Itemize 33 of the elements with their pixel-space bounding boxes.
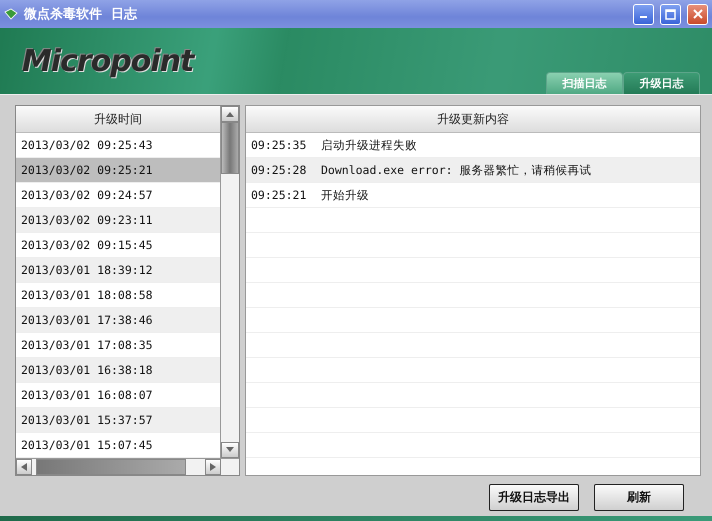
list-item[interactable]: 2013/03/01 17:38:46 [16,308,220,333]
log-time: 09:25:21 [251,188,308,202]
right-arrow-icon [210,463,216,471]
list-item[interactable]: 2013/03/01 16:38:18 [16,358,220,383]
minimize-button[interactable] [633,4,654,24]
scroll-thumb[interactable] [36,459,186,475]
tab[interactable]: 升级日志 [623,72,700,94]
column-header: 升级更新内容 [246,106,700,133]
down-arrow-icon [226,447,234,453]
refresh-button[interactable]: 刷新 [594,484,684,511]
maximize-button[interactable] [660,4,681,24]
list-item[interactable]: 2013/03/02 09:23:11 [16,208,220,233]
maximize-icon [665,8,676,20]
close-icon [692,9,702,19]
left-arrow-icon [21,463,27,471]
log-time: 09:25:35 [251,138,308,152]
export-button[interactable]: 升级日志导出 [489,484,579,511]
close-button[interactable] [687,4,708,24]
horizontal-scrollbar[interactable] [16,458,239,475]
logo: Micropoint [22,44,194,78]
vertical-scrollbar[interactable] [220,106,239,458]
list-item[interactable]: 2013/03/01 15:37:57 [16,408,220,433]
log-message: Download.exe error: 服务器繁忙，请稍候再试 [321,162,592,178]
app-icon [4,8,18,20]
up-arrow-icon [226,111,234,117]
list-item[interactable]: 2013/03/01 18:39:12 [16,258,220,283]
column-header: 升级时间 [16,106,220,133]
scroll-thumb[interactable] [221,122,239,174]
window-title: 微点杀毒软件 日志 [24,6,138,23]
log-time: 09:25:28 [251,163,308,177]
log-message: 开始升级 [321,188,369,202]
log-message: 启动升级进程失败 [321,138,417,152]
list-item[interactable]: 2013/03/02 09:25:21 [16,158,220,183]
